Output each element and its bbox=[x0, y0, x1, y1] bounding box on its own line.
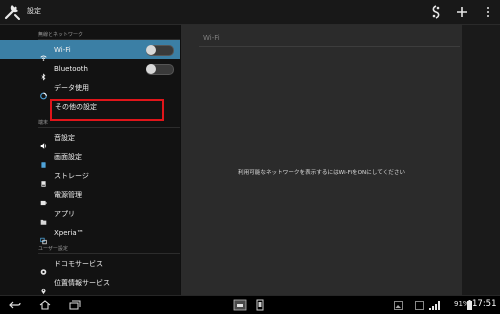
recent-apps-icon[interactable] bbox=[68, 299, 82, 311]
app-title: 設定 bbox=[27, 7, 41, 15]
toggle-knob bbox=[146, 64, 156, 74]
apps-icon bbox=[40, 210, 47, 225]
phone-icon[interactable] bbox=[254, 299, 266, 311]
battery-icon bbox=[40, 191, 47, 205]
settings-item-apps[interactable]: アプリ bbox=[0, 204, 180, 225]
docomo-icon bbox=[40, 260, 47, 275]
empty-state-message: 利用可能なネットワークを表示するにはWi-FiをONにしてください bbox=[237, 170, 406, 176]
settings-item-docomo[interactable]: ドコモサービス bbox=[0, 254, 180, 275]
settings-item-display[interactable]: 画面設定 bbox=[0, 147, 180, 168]
xperia-icon bbox=[40, 229, 47, 244]
bluetooth-icon bbox=[40, 65, 47, 81]
settings-item-label: ドコモサービス bbox=[54, 259, 103, 268]
back-icon[interactable] bbox=[8, 299, 22, 311]
tools-icon[interactable] bbox=[4, 3, 22, 21]
settings-list: 無線とネットワーク Wi-Fi Bluetooth データ使用 その他の設定 端… bbox=[0, 25, 180, 295]
home-icon[interactable] bbox=[38, 299, 52, 311]
image-notification-icon[interactable] bbox=[414, 299, 424, 311]
settings-item-sound[interactable]: 音設定 bbox=[0, 128, 180, 149]
screenshot-notification-icon[interactable] bbox=[393, 299, 403, 311]
settings-item-storage[interactable]: ストレージ bbox=[0, 166, 180, 187]
signal-icon bbox=[428, 299, 440, 311]
storage-icon bbox=[40, 172, 47, 187]
right-gutter bbox=[462, 25, 500, 295]
bluetooth-toggle[interactable] bbox=[146, 64, 174, 75]
location-icon bbox=[40, 279, 47, 294]
section-header-wireless: 無線とネットワーク bbox=[38, 32, 84, 38]
section-header-user: ユーザー設定 bbox=[38, 246, 68, 252]
settings-item-label: 位置情報サービス bbox=[54, 278, 110, 287]
detail-pane bbox=[181, 25, 462, 295]
wifi-toggle[interactable] bbox=[146, 45, 174, 56]
settings-item-bluetooth[interactable]: Bluetooth bbox=[0, 59, 180, 81]
wifi-icon bbox=[40, 46, 47, 61]
action-bar: 設定 bbox=[0, 0, 500, 25]
add-icon[interactable] bbox=[452, 2, 472, 22]
settings-item-location[interactable]: 位置情報サービス bbox=[0, 273, 180, 294]
data-usage-icon bbox=[40, 84, 47, 99]
clock: 17:51 bbox=[472, 299, 497, 309]
speaker-icon bbox=[40, 134, 47, 149]
pane-title: Wi-Fi bbox=[203, 34, 220, 42]
settings-item-power[interactable]: 電源管理 bbox=[0, 185, 180, 205]
highlight-box bbox=[50, 99, 164, 121]
small-apps-icon[interactable] bbox=[232, 299, 248, 311]
settings-item-data-usage[interactable]: データ使用 bbox=[0, 78, 180, 99]
divider bbox=[199, 46, 460, 47]
overflow-menu-icon[interactable] bbox=[478, 2, 498, 22]
display-icon bbox=[40, 153, 47, 168]
sync-icon[interactable] bbox=[426, 2, 446, 22]
settings-item-wifi[interactable]: Wi-Fi bbox=[0, 40, 180, 61]
toggle-knob bbox=[146, 45, 156, 55]
settings-item-xperia[interactable]: Xperia™ bbox=[0, 223, 180, 244]
system-bar: 91% 17:51 bbox=[0, 295, 500, 314]
